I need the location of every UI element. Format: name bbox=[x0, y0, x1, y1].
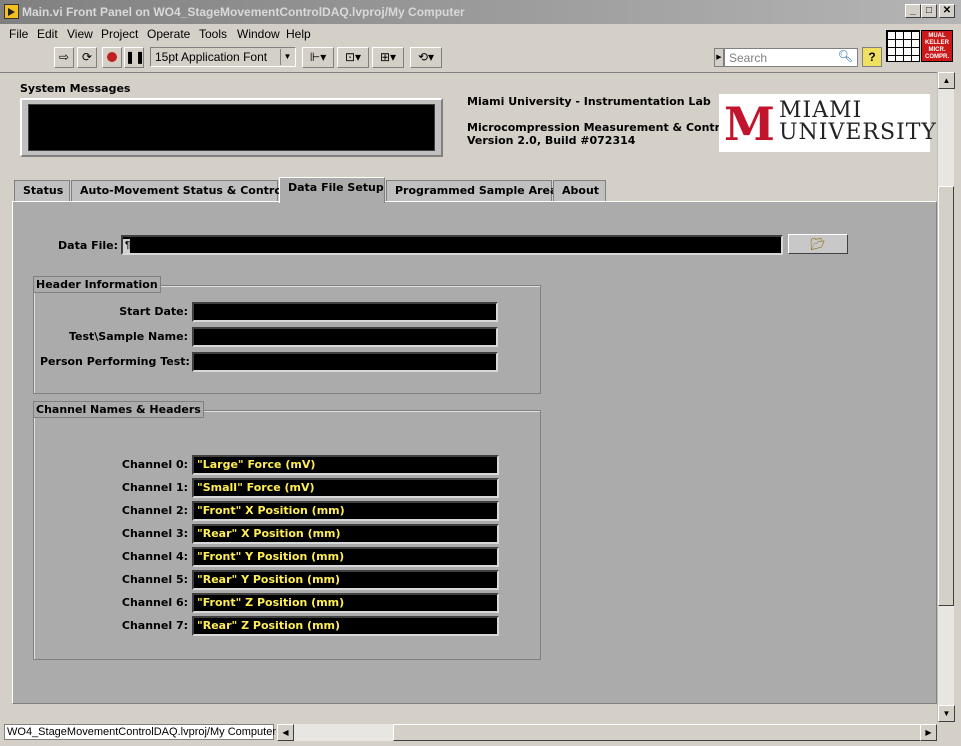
search-expand-icon[interactable]: ▶ bbox=[714, 48, 724, 67]
channel-7-input[interactable]: "Rear" Z Position (mm) bbox=[192, 616, 499, 636]
tab-auto-movement[interactable]: Auto-Movement Status & Control bbox=[71, 180, 286, 201]
header-information-title: Header Information bbox=[33, 276, 161, 293]
channel-1-label: Channel 1: bbox=[121, 481, 188, 494]
title-bar: Main.vi Front Panel on WO4_StageMovement… bbox=[0, 0, 961, 24]
distribute-objects-icon[interactable]: ⊡▾ bbox=[337, 47, 369, 68]
window-title: Main.vi Front Panel on WO4_StageMovement… bbox=[22, 5, 465, 19]
tab-data-file-setup[interactable]: Data File Setup bbox=[279, 177, 385, 203]
menu-file[interactable]: File bbox=[9, 27, 28, 41]
scroll-up-icon[interactable]: ▲ bbox=[938, 72, 955, 89]
menu-tools[interactable]: Tools bbox=[199, 27, 227, 41]
scroll-right-icon[interactable]: ▶ bbox=[920, 724, 937, 741]
channel-4-label: Channel 4: bbox=[121, 550, 188, 563]
run-continuously-icon[interactable]: ⟳ bbox=[77, 47, 97, 68]
help-button[interactable]: ? bbox=[862, 47, 882, 67]
channel-6-input[interactable]: "Front" Z Position (mm) bbox=[192, 593, 499, 613]
channel-1-input[interactable]: "Small" Force (mV) bbox=[192, 478, 499, 498]
channel-3-label: Channel 3: bbox=[121, 527, 188, 540]
folder-icon: 📂︎ bbox=[810, 237, 826, 251]
connector-pane-icon[interactable] bbox=[886, 30, 920, 62]
channel-2-input[interactable]: "Front" X Position (mm) bbox=[192, 501, 499, 521]
menu-view[interactable]: View bbox=[67, 27, 93, 41]
chevron-down-icon: ▼ bbox=[280, 49, 294, 65]
start-date-input[interactable] bbox=[192, 302, 498, 322]
minimize-button[interactable]: _ bbox=[905, 4, 921, 18]
lab-name: Miami University - Instrumentation Lab bbox=[467, 95, 711, 108]
vertical-scroll-thumb[interactable] bbox=[938, 186, 954, 606]
miami-university-logo: M MIAMI UNIVERSITY bbox=[719, 94, 936, 152]
data-file-label: Data File: bbox=[58, 239, 118, 252]
channel-3-input[interactable]: "Rear" X Position (mm) bbox=[192, 524, 499, 544]
channel-7-label: Channel 7: bbox=[121, 619, 188, 632]
channel-names-title: Channel Names & Headers bbox=[33, 401, 204, 418]
system-messages-display bbox=[28, 104, 435, 151]
channel-6-label: Channel 6: bbox=[121, 596, 188, 609]
menu-operate[interactable]: Operate bbox=[147, 27, 190, 41]
channel-2-label: Channel 2: bbox=[121, 504, 188, 517]
menu-project[interactable]: Project bbox=[101, 27, 138, 41]
logo-line2: UNIVERSITY bbox=[779, 120, 937, 145]
tab-about[interactable]: About bbox=[553, 180, 606, 201]
project-context: WO4_StageMovementControlDAQ.lvproj/My Co… bbox=[4, 724, 276, 740]
close-button[interactable]: ✕ bbox=[939, 4, 955, 18]
channel-0-input[interactable]: "Large" Force (mV) bbox=[192, 455, 499, 475]
horizontal-scroll-thumb[interactable] bbox=[393, 724, 921, 741]
labview-icon bbox=[4, 4, 19, 19]
person-input[interactable] bbox=[192, 352, 498, 372]
tab-programmed-sample-area[interactable]: Programmed Sample Area bbox=[386, 180, 557, 201]
version-text: Version 2.0, Build #072314 bbox=[467, 134, 636, 147]
channel-4-input[interactable]: "Front" Y Position (mm) bbox=[192, 547, 499, 567]
font-select[interactable]: 15pt Application Font ▼ bbox=[150, 47, 296, 67]
start-date-label: Start Date: bbox=[119, 305, 188, 318]
logo-mark: M bbox=[724, 97, 775, 151]
channel-5-label: Channel 5: bbox=[121, 573, 188, 586]
reorder-icon[interactable]: ⟲▾ bbox=[410, 47, 442, 68]
channel-5-input[interactable]: "Rear" Y Position (mm) bbox=[192, 570, 499, 590]
resize-objects-icon[interactable]: ⊞▾ bbox=[372, 47, 404, 68]
system-messages-label: System Messages bbox=[20, 82, 131, 95]
data-file-path-input[interactable]: ¶ bbox=[121, 235, 783, 255]
path-icon: ¶ bbox=[123, 239, 131, 253]
search-placeholder: Search bbox=[729, 51, 768, 65]
search-icon: 🔍︎ bbox=[837, 49, 853, 63]
vi-icon[interactable]: MUAL KELLER MICR. COMPR. bbox=[921, 30, 953, 62]
pause-icon[interactable]: ❚❚ bbox=[124, 47, 145, 68]
person-label: Person Performing Test: bbox=[40, 355, 190, 368]
scroll-left-icon[interactable]: ◀ bbox=[277, 724, 294, 741]
menu-bar: File Edit View Project Operate Tools Win… bbox=[0, 24, 885, 44]
run-arrow-icon[interactable]: ⇨ bbox=[54, 47, 74, 68]
align-objects-icon[interactable]: ⊩▾ bbox=[302, 47, 334, 68]
abort-icon[interactable] bbox=[102, 47, 122, 68]
sample-name-input[interactable] bbox=[192, 327, 498, 347]
app-name: Microcompression Measurement & Control bbox=[467, 121, 732, 134]
channel-0-label: Channel 0: bbox=[121, 458, 188, 471]
scroll-down-icon[interactable]: ▼ bbox=[938, 705, 955, 722]
sample-name-label: Test\Sample Name: bbox=[68, 330, 188, 343]
maximize-button[interactable]: □ bbox=[921, 4, 937, 18]
logo-line1: MIAMI bbox=[779, 98, 863, 123]
search-input[interactable]: Search 🔍︎ bbox=[724, 48, 858, 67]
menu-window[interactable]: Window bbox=[237, 27, 280, 41]
menu-help[interactable]: Help bbox=[286, 27, 311, 41]
menu-edit[interactable]: Edit bbox=[37, 27, 58, 41]
font-select-value: 15pt Application Font bbox=[155, 50, 268, 64]
tab-status[interactable]: Status bbox=[14, 180, 70, 201]
browse-folder-button[interactable]: 📂︎ bbox=[788, 234, 848, 254]
